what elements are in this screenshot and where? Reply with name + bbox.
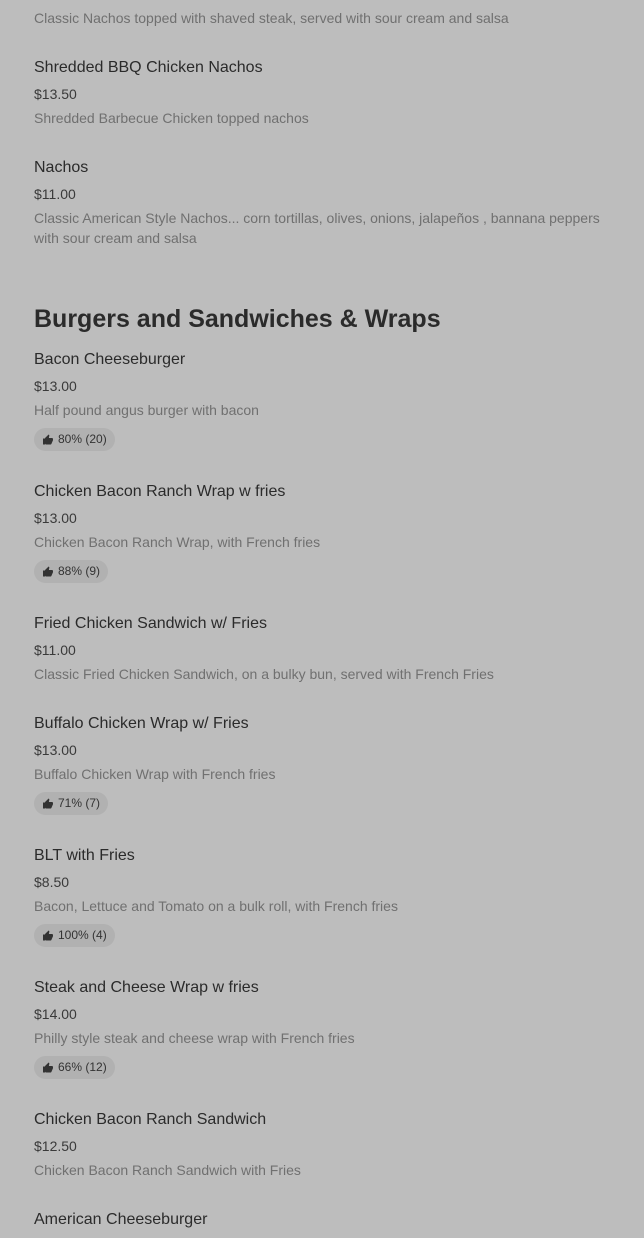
rating-text: 66% (12) bbox=[58, 1060, 107, 1074]
thumbs-up-icon bbox=[43, 566, 53, 576]
item-description: Classic Nachos topped with shaved steak,… bbox=[34, 10, 509, 26]
item-price: $8.50 bbox=[34, 874, 70, 890]
item-name: Bacon Cheeseburger bbox=[34, 351, 186, 368]
item-description: Chicken Bacon Ranch Wrap, with French fr… bbox=[34, 534, 321, 550]
item-name: Chicken Bacon Ranch Wrap w fries bbox=[34, 483, 286, 500]
item-description: Half pound angus burger with bacon bbox=[34, 402, 259, 418]
rating-badge: 80% (20) bbox=[34, 428, 115, 451]
item-price: $14.00 bbox=[34, 1006, 77, 1022]
thumbs-up-icon bbox=[43, 930, 53, 940]
section-title: Burgers and Sandwiches & Wraps bbox=[34, 305, 441, 333]
item-price: $13.00 bbox=[34, 510, 77, 526]
rating-badge: 71% (7) bbox=[34, 792, 109, 815]
item-name: Fried Chicken Sandwich w/ Fries bbox=[34, 615, 267, 632]
item-name: Buffalo Chicken Wrap w/ Fries bbox=[34, 715, 249, 732]
item-name: American Cheeseburger bbox=[34, 1211, 208, 1228]
item-description: Chicken Bacon Ranch Sandwich with Fries bbox=[34, 1162, 301, 1178]
thumbs-up-icon bbox=[43, 434, 53, 444]
rating-text: 88% (9) bbox=[58, 564, 101, 578]
item-description: Classic Fried Chicken Sandwich, on a bul… bbox=[34, 666, 494, 682]
item-price: $13.50 bbox=[34, 86, 77, 102]
thumbs-up-icon bbox=[43, 1062, 53, 1072]
rating-badge: 88% (9) bbox=[34, 560, 109, 583]
item-price: $13.00 bbox=[34, 742, 77, 758]
item-description: Bacon, Lettuce and Tomato on a bulk roll… bbox=[34, 898, 398, 914]
item-name: Nachos bbox=[34, 159, 89, 176]
menu-page: Classic Nachos topped with shaved steak,… bbox=[0, 0, 644, 1238]
item-description: Classic American Style Nachos... corn to… bbox=[34, 210, 600, 246]
item-description: Buffalo Chicken Wrap with French fries bbox=[34, 766, 276, 782]
item-price: $11.00 bbox=[34, 642, 76, 658]
item-name: Chicken Bacon Ranch Sandwich bbox=[34, 1111, 267, 1128]
item-name: BLT with Fries bbox=[34, 847, 135, 864]
rating-text: 100% (4) bbox=[58, 928, 107, 942]
item-name: Steak and Cheese Wrap w fries bbox=[34, 979, 259, 996]
rating-badge: 66% (12) bbox=[34, 1056, 115, 1079]
item-price: $13.00 bbox=[34, 378, 77, 394]
rating-text: 71% (7) bbox=[58, 796, 101, 810]
rating-badge: 100% (4) bbox=[34, 924, 115, 947]
item-name: Shredded BBQ Chicken Nachos bbox=[34, 59, 263, 76]
item-price: $12.50 bbox=[34, 1138, 77, 1154]
item-description: Philly style steak and cheese wrap with … bbox=[34, 1030, 355, 1046]
rating-text: 80% (20) bbox=[58, 432, 107, 446]
item-price: $11.00 bbox=[34, 186, 76, 202]
item-description: Shredded Barbecue Chicken topped nachos bbox=[34, 110, 309, 126]
thumbs-up-icon bbox=[43, 798, 53, 808]
